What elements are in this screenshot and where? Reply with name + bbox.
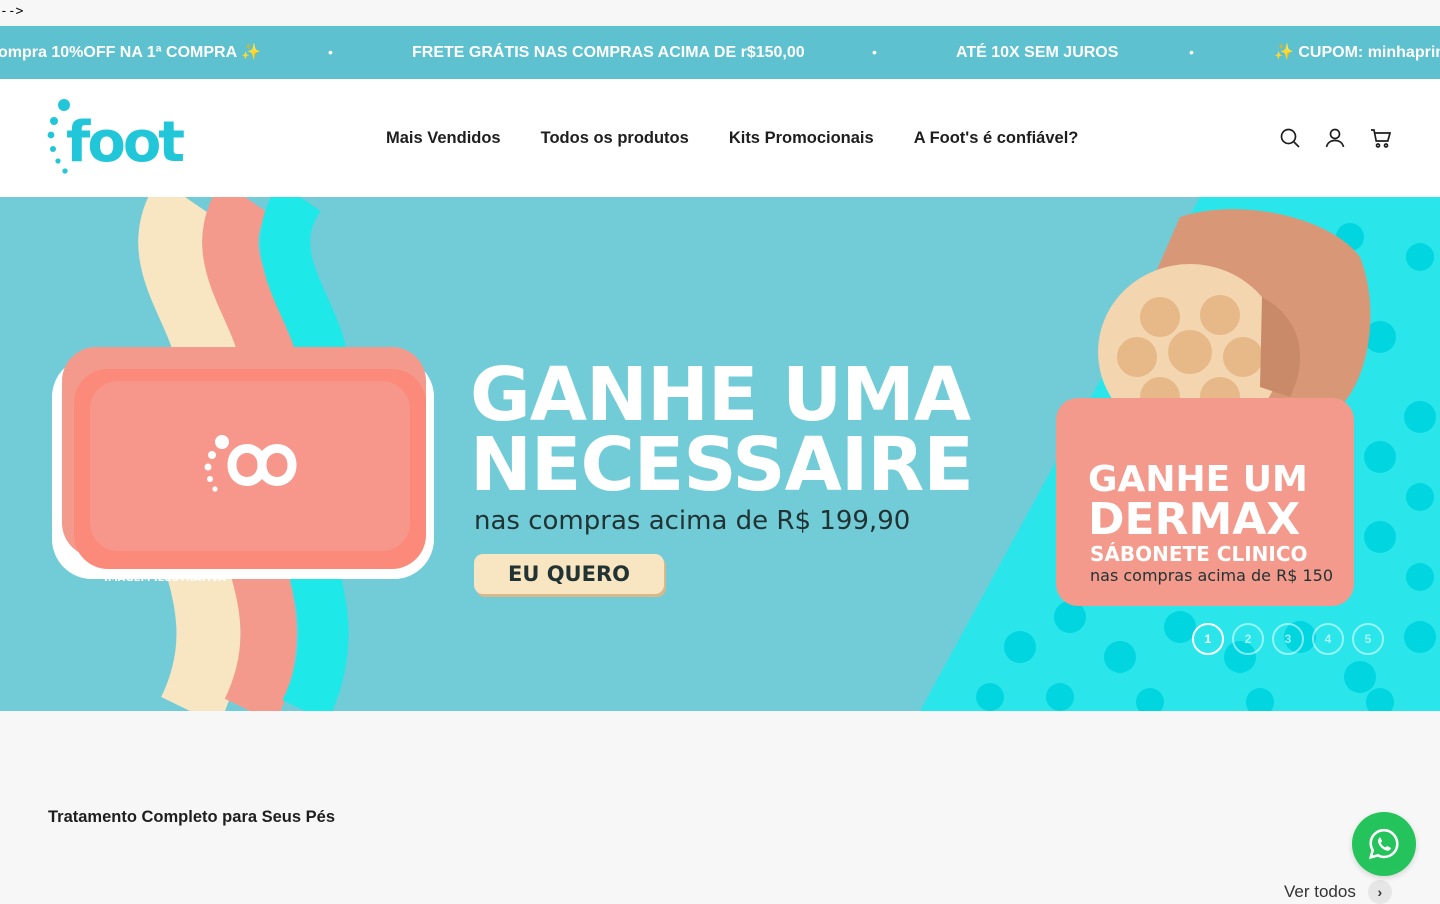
hero-subline: nas compras acima de R$ 199,90: [474, 506, 911, 536]
section-title: Tratamento Completo para Seus Pés: [48, 808, 336, 826]
see-all-label: Ver todos: [1284, 882, 1356, 901]
account-icon[interactable]: [1323, 126, 1347, 150]
whatsapp-button[interactable]: [1352, 812, 1416, 876]
announcement-separator: •: [872, 44, 877, 60]
illustrative-label: IMAGEM ILUSTRATIVA: [104, 573, 226, 584]
slide-dot-2[interactable]: 2: [1232, 623, 1264, 655]
search-icon[interactable]: [1278, 126, 1302, 150]
announcement-item[interactable]: ✨ CUPOM: minhaprim: [1274, 26, 1440, 79]
announcement-separator: •: [328, 44, 333, 60]
svg-text:foot's: foot's: [66, 110, 184, 175]
chevron-right-icon: ›: [1367, 880, 1392, 904]
promo-line1: GANHE UM: [1088, 459, 1308, 500]
announcement-bar: ompra 10%OFF NA 1ª COMPRA ✨ • FRETE GRÁT…: [0, 26, 1440, 79]
see-all-link[interactable]: Ver todos ›: [1284, 880, 1392, 904]
main-nav: Mais Vendidos Todos os produtos Kits Pro…: [386, 79, 1118, 197]
cart-icon[interactable]: [1369, 126, 1393, 150]
hero-headline-line2: NECESSAIRE: [470, 422, 974, 508]
announcement-item[interactable]: FRETE GRÁTIS NAS COMPRAS ACIMA DE r$150,…: [412, 26, 805, 79]
nav-mais-vendidos[interactable]: Mais Vendidos: [386, 129, 501, 148]
announcement-item[interactable]: ompra 10%OFF NA 1ª COMPRA ✨: [0, 26, 261, 79]
nav-kits-promocionais[interactable]: Kits Promocionais: [729, 129, 874, 148]
hero-headline-line1: GANHE UMA: [470, 352, 971, 438]
slide-dot-1[interactable]: 1: [1192, 623, 1224, 655]
slide-dot-5[interactable]: 5: [1352, 623, 1384, 655]
hero-headline: GANHE UMA NECESSAIRE: [470, 352, 974, 508]
announcement-separator: •: [1189, 44, 1194, 60]
slide-dot-3[interactable]: 3: [1272, 623, 1304, 655]
slide-dot-4[interactable]: 4: [1312, 623, 1344, 655]
promo-line2: DERMAX: [1088, 494, 1301, 545]
site-header: foot's Mais Vendidos Todos os produtos K…: [0, 79, 1440, 197]
stray-comment-text: -->: [0, 4, 24, 19]
announcement-item[interactable]: ATÉ 10X SEM JUROS: [956, 26, 1118, 79]
foots-logo[interactable]: foot's: [44, 97, 184, 179]
slider-pagination: 1 2 3 4 5: [1192, 623, 1392, 655]
hero-cta-button[interactable]: EU QUERO: [474, 554, 664, 594]
promo-line4: nas compras acima de R$ 150: [1090, 566, 1334, 585]
nav-foots-confiavel[interactable]: A Foot's é confiável?: [914, 129, 1079, 148]
promo-line3: SÁBONETE CLINICO: [1090, 542, 1308, 566]
whatsapp-icon: [1368, 828, 1399, 860]
nav-todos-produtos[interactable]: Todos os produtos: [541, 129, 689, 148]
necessaire-image: [52, 347, 434, 579]
